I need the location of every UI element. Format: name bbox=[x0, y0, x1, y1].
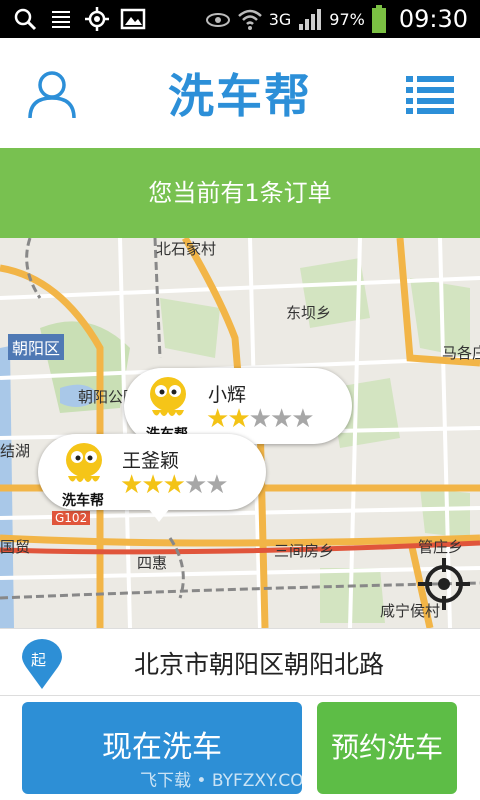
map-label: 东坝乡 bbox=[286, 304, 332, 322]
mascot-logo-text: 洗车帮 bbox=[62, 493, 104, 509]
driver-name: 王釜颖 bbox=[122, 450, 180, 472]
map-label: 管庄乡 bbox=[418, 538, 464, 556]
road-shield: G102 bbox=[52, 511, 91, 525]
start-address[interactable]: 起 北京市朝阳区朝阳北路 bbox=[0, 628, 480, 696]
driver-name: 小辉 bbox=[208, 384, 247, 406]
menu-lines-icon bbox=[52, 11, 70, 28]
driver-marker[interactable]: 洗车帮 小辉 ★★★★★ bbox=[124, 368, 352, 444]
map-label: 四惠 bbox=[137, 554, 168, 572]
book-wash-button[interactable]: 预约洗车 bbox=[317, 702, 457, 794]
map-label: 结湖 bbox=[0, 442, 31, 460]
list-icon[interactable] bbox=[406, 74, 454, 114]
battery-percent: 97% bbox=[329, 9, 365, 29]
gps-icon bbox=[85, 7, 109, 31]
signal-icon bbox=[299, 9, 322, 30]
map-view[interactable]: 北石家村 东坝乡 朝阳区 马各庄 朝阳公园 结湖 国贸 四惠 三间房乡 管庄乡 … bbox=[0, 238, 480, 628]
bubble-pointer bbox=[148, 508, 170, 522]
watermark: 飞下载 • BYFZXY.COM bbox=[140, 771, 319, 791]
image-icon bbox=[120, 8, 146, 30]
clock: 09:30 bbox=[398, 5, 468, 33]
app-screen: 3G 97% 09:30 洗车帮 您当前有1条订单 北石家村 东坝乡 朝阳区 马… bbox=[0, 0, 480, 800]
map-label: 北石家村 bbox=[156, 240, 217, 258]
octopus-mascot-icon bbox=[150, 377, 186, 416]
order-banner[interactable]: 您当前有1条订单 bbox=[0, 148, 480, 238]
eye-icon bbox=[205, 13, 230, 27]
locate-me-icon[interactable] bbox=[418, 558, 470, 610]
driver-rating: ★★★★★ bbox=[120, 470, 229, 500]
octopus-mascot-icon bbox=[66, 443, 102, 482]
driver-rating: ★★★★★ bbox=[206, 404, 315, 434]
wifi-icon bbox=[237, 9, 262, 30]
map-label: 朝阳区 bbox=[8, 334, 65, 360]
app-header: 洗车帮 bbox=[0, 38, 480, 148]
status-bar: 3G 97% 09:30 bbox=[0, 0, 480, 38]
start-pin-label: 起 bbox=[31, 651, 47, 669]
battery-icon bbox=[371, 5, 386, 33]
address-text: 北京市朝阳区朝阳北路 bbox=[134, 650, 385, 679]
driver-marker[interactable]: 洗车帮 王釜颖 ★★★★★ bbox=[38, 434, 266, 510]
map-label: 马各庄 bbox=[442, 344, 480, 362]
map-label: 三间房乡 bbox=[274, 542, 335, 560]
map-label: 国贸 bbox=[0, 538, 31, 556]
network-type: 3G bbox=[268, 9, 292, 29]
search-icon bbox=[14, 8, 37, 31]
